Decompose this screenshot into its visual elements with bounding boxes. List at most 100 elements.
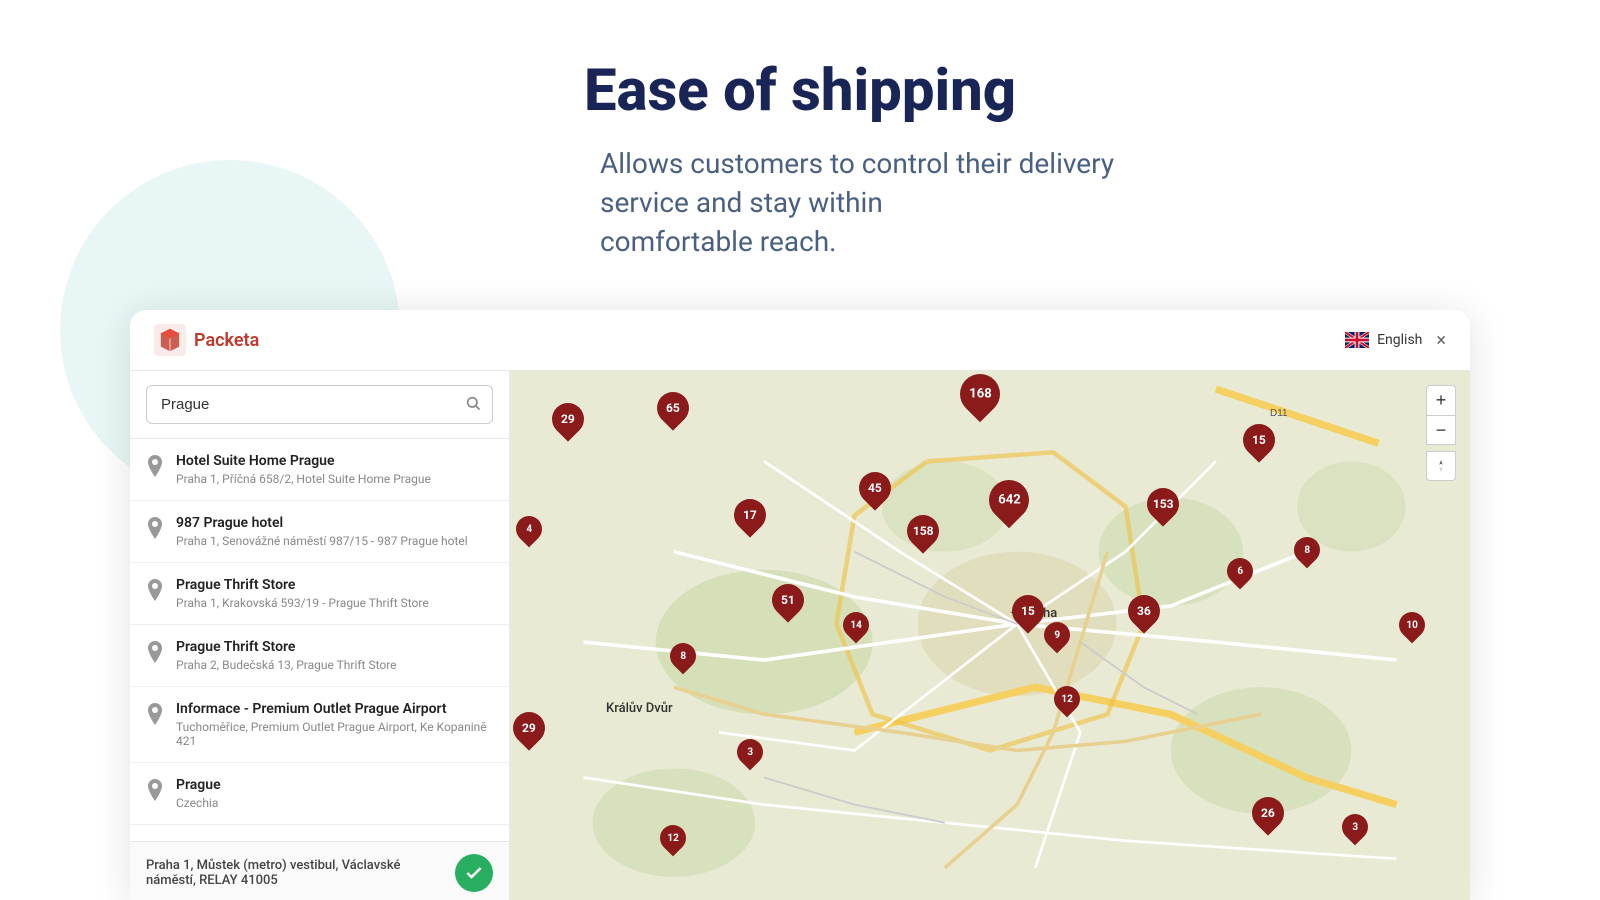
location-name: Informace - Premium Outlet Prague Airpor…	[176, 701, 493, 717]
map-marker[interactable]: 65	[657, 392, 689, 424]
list-item[interactable]: 987 Prague hotel Praha 1, Senovážné námě…	[130, 501, 509, 563]
close-button[interactable]: ×	[1436, 330, 1446, 351]
map-marker[interactable]: 6	[1227, 558, 1253, 584]
map-marker[interactable]: 15	[1243, 424, 1275, 456]
marker-label: 8	[1304, 544, 1310, 555]
compass-icon	[1434, 459, 1448, 473]
search-box	[130, 371, 509, 439]
map-marker[interactable]: 15	[1012, 595, 1044, 627]
confirm-checkmark-icon	[464, 863, 484, 883]
marker-label: 10	[1407, 619, 1418, 630]
zoom-out-button[interactable]: −	[1426, 415, 1456, 445]
map-marker[interactable]: 168	[960, 374, 1000, 414]
widget-language[interactable]: English ×	[1345, 330, 1446, 351]
footer-bar: Praha 1, Můstek (metro) vestibul, Václav…	[130, 841, 509, 900]
map-controls: + −	[1426, 385, 1456, 481]
marker-label: 29	[561, 412, 575, 426]
location-address: Praha 2, Budečská 13, Prague Thrift Stor…	[176, 658, 397, 672]
marker-label: 12	[1061, 694, 1072, 705]
map-marker[interactable]: 9	[1044, 622, 1070, 648]
location-address: Tuchoměřice, Premium Outlet Prague Airpo…	[176, 720, 493, 748]
location-name: Hotel Suite Home Prague	[176, 453, 431, 469]
page-title: Ease of shipping	[0, 60, 1600, 124]
marker-label: 4	[526, 523, 532, 534]
marker-label: 15	[1252, 433, 1266, 447]
map-area[interactable]: D11 ✦ Praha	[510, 371, 1470, 900]
confirm-button[interactable]	[455, 854, 493, 892]
location-name: Prague	[176, 777, 221, 793]
marker-label: 12	[667, 832, 678, 843]
map-marker[interactable]: 12	[660, 825, 686, 851]
search-input[interactable]	[146, 385, 493, 424]
location-address: Praha 1, Krakovská 593/19 - Prague Thrif…	[176, 596, 429, 610]
map-marker[interactable]: 153	[1147, 488, 1179, 520]
map-marker[interactable]: 26	[1252, 797, 1284, 829]
list-item[interactable]: Prague Czechia	[130, 763, 509, 825]
marker-label: 26	[1262, 806, 1276, 820]
location-address: Czechia	[176, 796, 221, 810]
map-marker[interactable]: 51	[772, 584, 804, 616]
location-pin-icon	[146, 703, 164, 729]
widget-logo: Packeta	[154, 324, 259, 356]
map-marker[interactable]: 36	[1128, 595, 1160, 627]
selected-address: Praha 1, Můstek (metro) vestibul, Václav…	[146, 858, 446, 888]
list-item[interactable]: Prague Thrift Store Praha 1, Krakovská 5…	[130, 563, 509, 625]
location-info: Prague Czechia	[176, 777, 221, 810]
location-info: Hotel Suite Home Prague Praha 1, Příčná …	[176, 453, 431, 486]
map-marker[interactable]: 3	[737, 739, 763, 765]
map-svg: D11	[510, 371, 1470, 900]
map-marker[interactable]: 8	[670, 643, 696, 669]
marker-label: 14	[850, 619, 861, 630]
hero-subtitle: Allows customers to control their delive…	[400, 144, 1200, 262]
marker-label: 3	[747, 747, 753, 758]
map-marker[interactable]: 10	[1399, 612, 1425, 638]
marker-label: 168	[969, 386, 991, 401]
map-marker[interactable]: 29	[513, 712, 545, 744]
marker-label: 3	[1352, 822, 1358, 833]
svg-text:D11: D11	[1270, 408, 1288, 419]
map-marker[interactable]: 29	[552, 403, 584, 435]
map-marker[interactable]: 17	[734, 499, 766, 531]
location-name: Prague Thrift Store	[176, 639, 397, 655]
packeta-logo-icon	[154, 324, 186, 356]
compass-button[interactable]	[1426, 451, 1456, 481]
marker-label: 6	[1237, 566, 1243, 577]
marker-label: 65	[666, 401, 680, 415]
map-marker[interactable]: 45	[859, 472, 891, 504]
marker-label: 15	[1022, 604, 1036, 618]
marker-label: 51	[782, 593, 796, 607]
location-info: 987 Prague hotel Praha 1, Senovážné námě…	[176, 515, 468, 548]
hero-section: Ease of shipping Allows customers to con…	[0, 0, 1600, 281]
map-marker[interactable]: 4	[516, 516, 542, 542]
list-item[interactable]: Informace - Premium Outlet Prague Airpor…	[130, 687, 509, 763]
marker-label: 642	[998, 493, 1020, 508]
map-marker[interactable]: 8	[1294, 537, 1320, 563]
widget-header: Packeta English ×	[130, 310, 1470, 371]
zoom-in-button[interactable]: +	[1426, 385, 1456, 415]
location-name: 987 Prague hotel	[176, 515, 468, 531]
map-marker[interactable]: 12	[1054, 686, 1080, 712]
marker-label: 8	[680, 651, 686, 662]
flag-icon	[1345, 332, 1369, 348]
list-item[interactable]: Hotel Suite Home Prague Praha 1, Příčná …	[130, 439, 509, 501]
location-address: Praha 1, Senovážné náměstí 987/15 - 987 …	[176, 534, 468, 548]
marker-label: 158	[912, 524, 933, 538]
location-name: Prague Thrift Store	[176, 577, 429, 593]
map-marker[interactable]: 14	[843, 612, 869, 638]
marker-label: 153	[1152, 497, 1173, 511]
location-address: Praha 1, Příčná 658/2, Hotel Suite Home …	[176, 472, 431, 486]
map-marker[interactable]: 158	[907, 515, 939, 547]
list-item[interactable]: Prague Thrift Store Praha 2, Budečská 13…	[130, 625, 509, 687]
left-panel: Hotel Suite Home Prague Praha 1, Příčná …	[130, 371, 510, 900]
location-pin-icon	[146, 779, 164, 805]
marker-label: 45	[868, 481, 882, 495]
location-info: Prague Thrift Store Praha 1, Krakovská 5…	[176, 577, 429, 610]
location-info: Prague Thrift Store Praha 2, Budečská 13…	[176, 639, 397, 672]
location-pin-icon	[146, 579, 164, 605]
map-marker[interactable]: 642	[989, 480, 1029, 520]
map-marker[interactable]: 3	[1342, 814, 1368, 840]
widget-container: Packeta English ×	[130, 310, 1470, 900]
location-pin-icon	[146, 641, 164, 667]
marker-label: 29	[522, 721, 536, 735]
marker-label: 17	[743, 508, 757, 522]
